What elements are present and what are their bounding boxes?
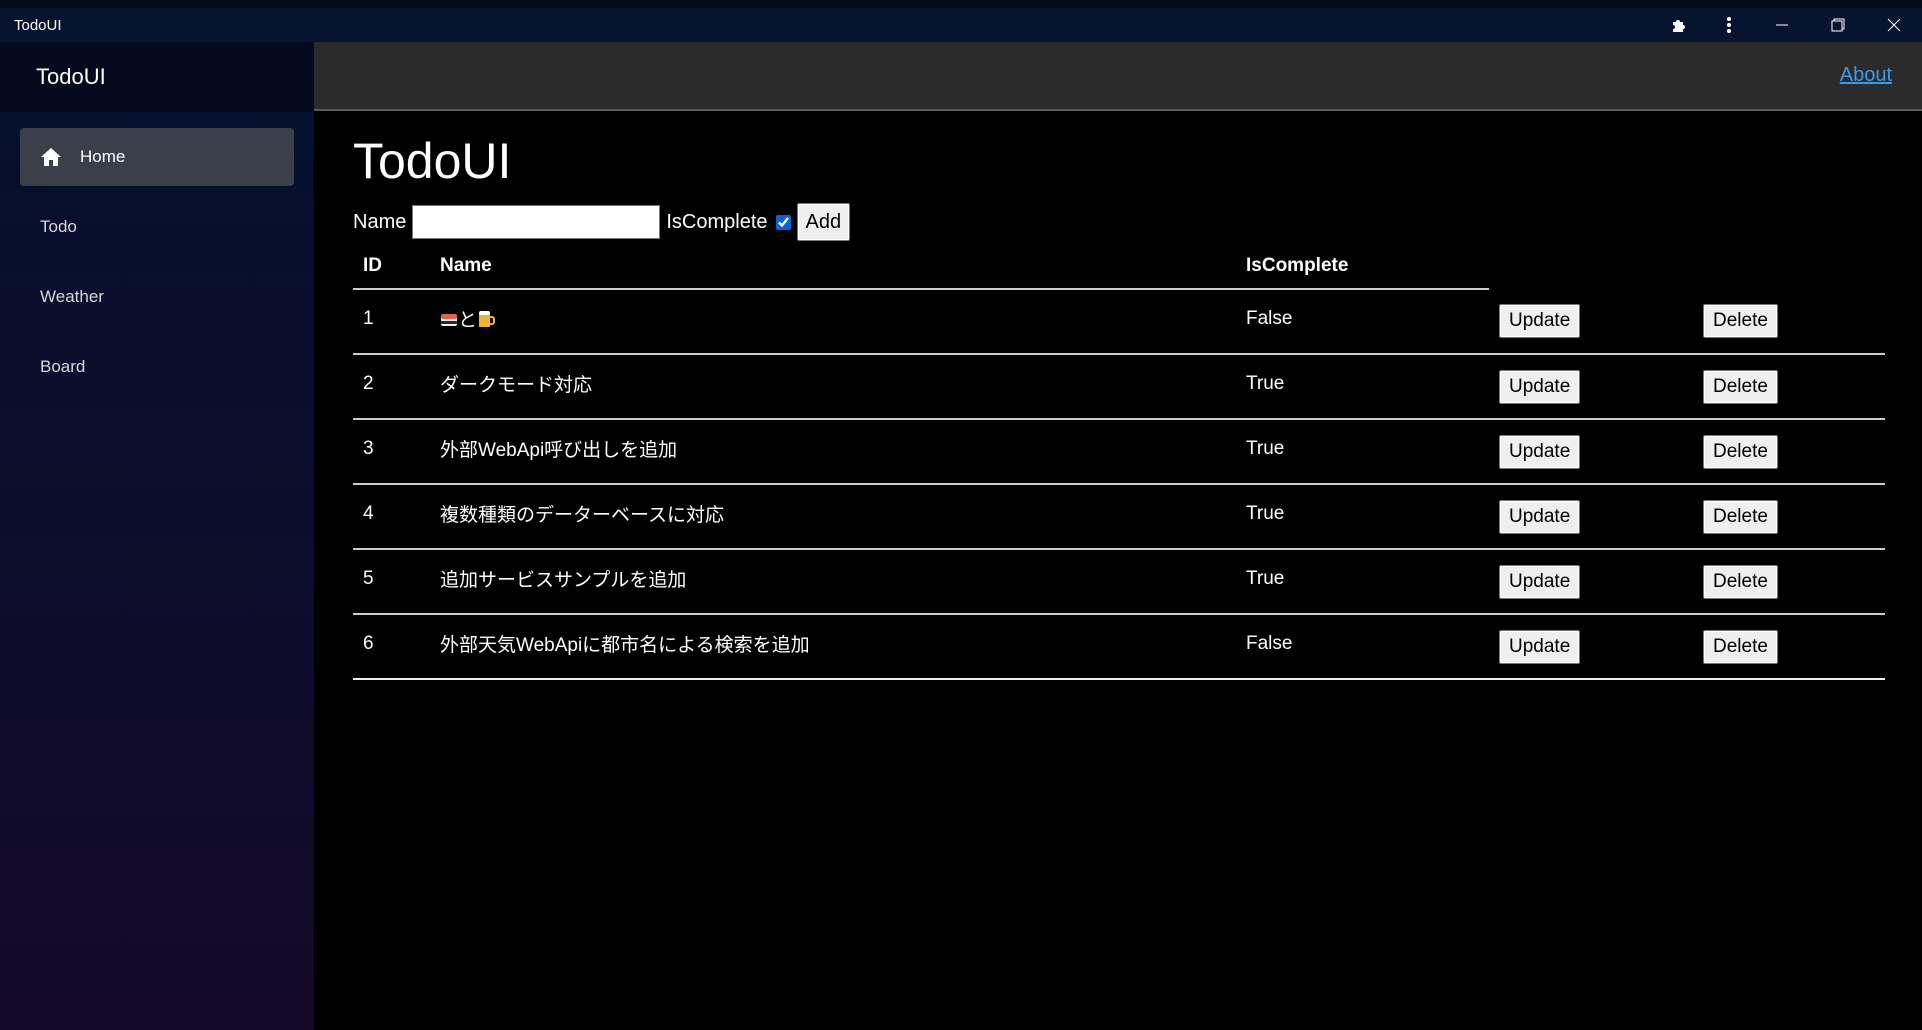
extensions-icon[interactable] (1654, 8, 1704, 42)
add-todo-form: Name IsComplete Add (353, 202, 1891, 242)
update-button[interactable]: Update (1499, 564, 1581, 599)
delete-button[interactable]: Delete (1703, 434, 1778, 469)
sidebar-item-label: Home (80, 147, 126, 166)
window-title: TodoUI (14, 16, 62, 34)
cell-delete: Delete (1693, 419, 1885, 485)
table-header-row: ID Name IsComplete (353, 244, 1885, 290)
header-name: Name (430, 244, 1236, 290)
table-row: 2 ダークモード対応 True Update Delete (353, 354, 1885, 420)
cell-delete: Delete (1693, 549, 1885, 615)
delete-button[interactable]: Delete (1703, 564, 1778, 599)
header-iscomplete: IsComplete (1236, 244, 1489, 290)
cell-delete: Delete (1693, 354, 1885, 420)
cell-id: 3 (353, 419, 430, 485)
cell-delete: Delete (1693, 484, 1885, 550)
cell-update: Update (1489, 419, 1693, 485)
restore-button[interactable] (1810, 8, 1866, 42)
cell-id: 1 (353, 289, 430, 355)
cell-name: 外部天気WebApiに都市名による検索を追加 (430, 614, 1236, 680)
sidebar: TodoUI Home Todo Weather Board (0, 42, 314, 1030)
cell-update: Update (1489, 354, 1693, 420)
sidebar-brand-bar: TodoUI (0, 42, 314, 112)
delete-button[interactable]: Delete (1703, 304, 1778, 338)
cell-name: 外部WebApi呼び出しを追加 (430, 419, 1236, 485)
header-empty (1693, 244, 1885, 289)
beer-icon (479, 311, 496, 327)
cell-update: Update (1489, 484, 1693, 550)
cell-id: 2 (353, 354, 430, 420)
cell-update: Update (1489, 289, 1693, 355)
name-label: Name (353, 210, 407, 233)
delete-button[interactable]: Delete (1703, 629, 1778, 664)
cell-iscomplete: True (1236, 419, 1489, 485)
sidebar-item-label: Todo (40, 217, 77, 236)
cell-id: 5 (353, 549, 430, 615)
sidebar-item-todo[interactable]: Todo (20, 198, 294, 256)
cell-name: ダークモード対応 (430, 354, 1236, 420)
about-link[interactable]: About (1840, 64, 1892, 87)
iscomplete-checkbox[interactable] (775, 214, 791, 230)
iscomplete-label: IsComplete (666, 210, 768, 233)
sidebar-item-weather[interactable]: Weather (20, 268, 294, 326)
update-button[interactable]: Update (1499, 369, 1581, 404)
top-bar: About (314, 42, 1922, 111)
home-icon (40, 145, 64, 169)
cell-id: 4 (353, 484, 430, 550)
sidebar-item-label: Weather (40, 287, 104, 306)
cell-delete: Delete (1693, 289, 1885, 355)
cell-iscomplete: False (1236, 289, 1489, 355)
header-id: ID (353, 244, 430, 290)
name-input[interactable] (412, 205, 661, 239)
sidebar-item-board[interactable]: Board (20, 338, 294, 396)
window-titlebar: TodoUI (0, 0, 1922, 42)
delete-button[interactable]: Delete (1703, 369, 1778, 404)
minimize-button[interactable] (1754, 8, 1810, 42)
table-row: 1 と False Update Delete (353, 289, 1885, 355)
table-row: 5 追加サービスサンプルを追加 True Update Delete (353, 549, 1885, 615)
cell-iscomplete: False (1236, 614, 1489, 680)
nav-list: Home Todo Weather Board (0, 112, 314, 396)
update-button[interactable]: Update (1499, 629, 1581, 664)
cell-name: と (430, 289, 1236, 355)
cell-update: Update (1489, 614, 1693, 680)
header-empty (1489, 244, 1693, 289)
cell-name: 複数種類のデーターベースに対応 (430, 484, 1236, 550)
cell-name-text: と (458, 310, 478, 331)
main-content: TodoUI Name IsComplete Add ID Name IsCom… (353, 130, 1891, 680)
more-menu-icon[interactable] (1704, 8, 1754, 42)
table-row: 6 外部天気WebApiに都市名による検索を追加 False Update De… (353, 614, 1885, 680)
update-button[interactable]: Update (1499, 499, 1581, 534)
delete-button[interactable]: Delete (1703, 499, 1778, 534)
cell-id: 6 (353, 614, 430, 680)
cell-iscomplete: True (1236, 354, 1489, 420)
cell-iscomplete: True (1236, 549, 1489, 615)
table-row: 3 外部WebApi呼び出しを追加 True Update Delete (353, 419, 1885, 485)
close-button[interactable] (1866, 8, 1922, 42)
update-button[interactable]: Update (1499, 434, 1581, 469)
cell-delete: Delete (1693, 614, 1885, 680)
add-button[interactable]: Add (796, 203, 851, 241)
sidebar-item-home[interactable]: Home (20, 128, 294, 186)
cell-iscomplete: True (1236, 484, 1489, 550)
page-title: TodoUI (353, 133, 512, 189)
brand-title[interactable]: TodoUI (36, 64, 106, 90)
cell-update: Update (1489, 549, 1693, 615)
table-row: 4 複数種類のデーターベースに対応 True Update Delete (353, 484, 1885, 550)
update-button[interactable]: Update (1499, 304, 1581, 338)
cell-name: 追加サービスサンプルを追加 (430, 549, 1236, 615)
sidebar-item-label: Board (40, 357, 86, 376)
sushi-icon (441, 314, 457, 326)
todo-table: ID Name IsComplete 1 と False Update Dele… (353, 244, 1885, 680)
